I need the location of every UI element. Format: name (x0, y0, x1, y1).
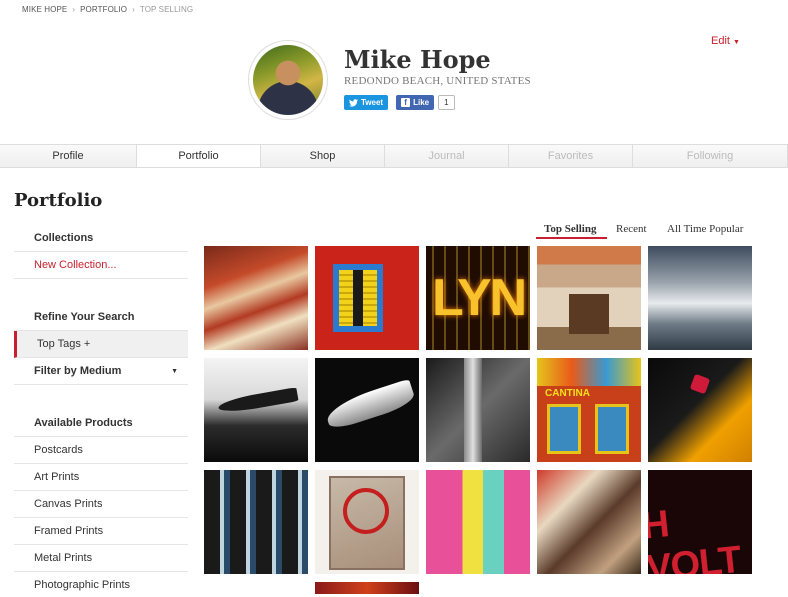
social-buttons: Tweet f Like 1 (344, 95, 455, 110)
tab-favorites: Favorites (509, 145, 633, 167)
avatar[interactable] (248, 40, 328, 120)
tab-portfolio[interactable]: Portfolio (137, 145, 261, 167)
like-count: 1 (438, 95, 455, 110)
sort-recent[interactable]: Recent (616, 223, 647, 235)
thumb-car-hood-ornament-bw[interactable] (204, 358, 308, 462)
like-label: Like (413, 98, 430, 107)
thumb-lyn-neon-sign[interactable]: LYN (426, 246, 530, 350)
product-link-photographic-prints[interactable]: Photographic Prints (14, 572, 188, 597)
tab-profile[interactable]: Profile (0, 145, 137, 167)
thumb-yellow-window-red-wall[interactable] (315, 246, 419, 350)
thumb-tiki-surfboards[interactable] (204, 470, 308, 574)
avatar-photo (253, 45, 323, 115)
thumb-building-facade[interactable] (537, 246, 641, 350)
page-title: Portfolio (14, 190, 103, 211)
thumb-graffiti-wall[interactable] (537, 470, 641, 574)
sidebar: Collections New Collection... Refine You… (14, 225, 188, 597)
breadcrumb-separator: › (132, 5, 135, 14)
profile-tabs: Profile Portfolio Shop Journal Favorites… (0, 144, 788, 168)
product-link-canvas-prints[interactable]: Canvas Prints (14, 491, 188, 518)
tweet-label: Tweet (361, 98, 384, 107)
sort-all-time-popular[interactable]: All Time Popular (667, 223, 743, 235)
collections-heading: Collections (14, 225, 188, 252)
thumb-taxi-dice[interactable] (648, 358, 752, 462)
sort-top-selling[interactable]: Top Selling (544, 223, 596, 235)
breadcrumb-separator: › (72, 5, 76, 14)
thumb-tower-bw[interactable] (426, 358, 530, 462)
product-link-postcards[interactable]: Postcards (14, 437, 188, 464)
thumb-pop-art-collage[interactable] (426, 470, 530, 574)
facebook-like-button[interactable]: f Like (396, 95, 435, 110)
sort-active-underline (536, 237, 607, 239)
available-products-heading: Available Products (14, 410, 188, 437)
thumb-cantina-storefront[interactable]: CANTINA (537, 358, 641, 462)
product-link-metal-prints[interactable]: Metal Prints (14, 545, 188, 572)
thumb-high-voltage-sign[interactable]: H VOLT (648, 470, 752, 574)
edit-menu[interactable]: Edit ▼ (711, 35, 740, 47)
new-collection-link[interactable]: New Collection... (14, 252, 188, 279)
breadcrumb-current: TOP SELLING (139, 5, 194, 14)
thumb-eyeglasses-scrabble[interactable] (204, 246, 308, 350)
tab-shop[interactable]: Shop (261, 145, 385, 167)
caret-down-icon: ▼ (732, 39, 740, 46)
breadcrumb-link-mike-hope[interactable]: MIKE HOPE (22, 5, 67, 14)
edit-label: Edit (711, 35, 730, 47)
thumb-enter-at-own-risk-sign[interactable] (315, 470, 419, 574)
refine-search-heading: Refine Your Search (14, 304, 188, 331)
thumb-jet-hood-ornament[interactable] (315, 358, 419, 462)
profile-name: Mike Hope (344, 45, 491, 74)
tweet-button[interactable]: Tweet (344, 95, 389, 110)
filter-by-medium-dropdown[interactable]: Filter by Medium ▼ (14, 358, 188, 385)
facebook-f-icon: f (401, 98, 411, 107)
product-link-framed-prints[interactable]: Framed Prints (14, 518, 188, 545)
twitter-bird-icon (349, 98, 358, 107)
profile-location: REDONDO BEACH, UNITED STATES (344, 75, 531, 87)
filter-by-medium-label: Filter by Medium (34, 365, 122, 377)
tab-journal: Journal (385, 145, 509, 167)
caret-down-icon: ▼ (171, 367, 178, 375)
thumb-red-partial[interactable] (315, 582, 419, 594)
breadcrumb-link-portfolio[interactable]: PORTFOLIO (80, 5, 127, 14)
tab-following: Following (633, 145, 788, 167)
breadcrumb: MIKE HOPE › PORTFOLIO › TOP SELLING (22, 5, 193, 14)
top-tags-toggle[interactable]: Top Tags + (14, 331, 188, 358)
thumb-surf-waves[interactable] (648, 246, 752, 350)
product-link-art-prints[interactable]: Art Prints (14, 464, 188, 491)
